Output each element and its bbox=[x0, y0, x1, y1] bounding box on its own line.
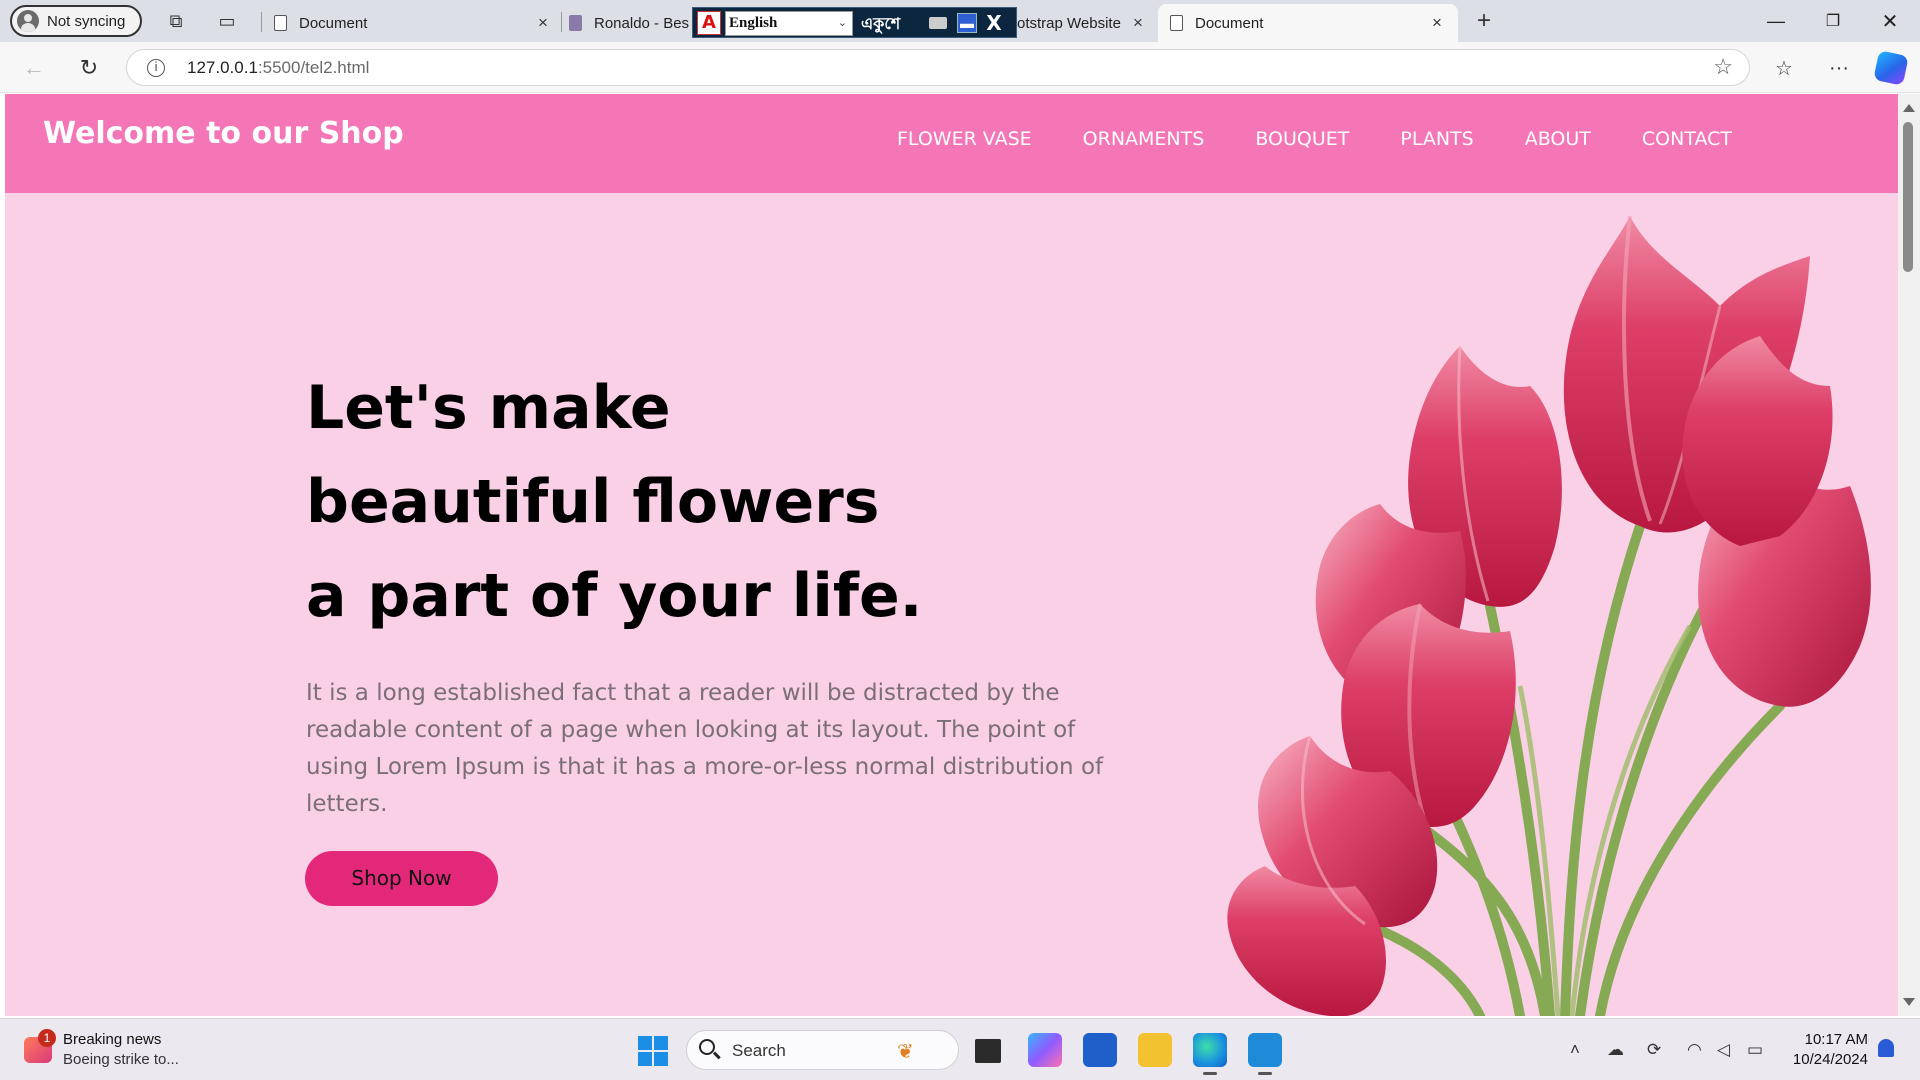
tab-ronaldo[interactable]: Ronaldo - Bes bbox=[569, 4, 692, 42]
nav-plants[interactable]: PLANTS bbox=[1400, 128, 1473, 150]
copilot-icon[interactable] bbox=[1873, 50, 1909, 86]
tab-actions-icon[interactable]: ▭ bbox=[213, 8, 241, 34]
ime-minimize-icon[interactable]: ▬ bbox=[957, 13, 977, 33]
chevron-down-icon: ⌄ bbox=[837, 17, 847, 29]
page-viewport: Welcome to our Shop FLOWER VASE ORNAMENT… bbox=[5, 94, 1898, 1016]
notification-bell-icon[interactable] bbox=[1878, 1039, 1894, 1057]
search-highlight-icon: ❦ bbox=[897, 1041, 914, 1063]
scroll-up-icon[interactable] bbox=[1903, 104, 1915, 112]
ime-language-value: English bbox=[729, 15, 778, 31]
vscode-icon[interactable] bbox=[1248, 1033, 1282, 1075]
hero-description: It is a long established fact that a rea… bbox=[306, 680, 1104, 817]
windows-start-icon[interactable] bbox=[638, 1036, 668, 1066]
keyboard-icon[interactable] bbox=[929, 17, 947, 29]
volume-icon[interactable]: ◁ bbox=[1717, 1040, 1730, 1060]
tab-title: Document bbox=[299, 14, 368, 32]
profile-avatar-icon bbox=[17, 10, 39, 32]
tab-document-active[interactable]: Document × bbox=[1158, 4, 1458, 42]
nav-ornaments[interactable]: ORNAMENTS bbox=[1083, 128, 1205, 150]
close-window-icon[interactable]: ✕ bbox=[1870, 6, 1910, 36]
tulip-bouquet-image bbox=[1227, 215, 1871, 1016]
clock-time: 10:17 AM bbox=[1804, 1031, 1868, 1048]
minimize-icon[interactable]: — bbox=[1756, 6, 1796, 36]
sync-icon[interactable]: ⟳ bbox=[1647, 1040, 1661, 1060]
tab-separator bbox=[261, 12, 262, 32]
profile-label: Not syncing bbox=[47, 12, 126, 30]
ime-script-label[interactable]: একুশে bbox=[861, 11, 900, 38]
task-view-icon[interactable] bbox=[975, 1039, 1001, 1063]
tab-separator bbox=[561, 12, 562, 32]
copilot-app-icon[interactable] bbox=[1028, 1033, 1062, 1067]
edge-browser-icon[interactable] bbox=[1193, 1033, 1227, 1075]
ime-logo-icon[interactable]: A bbox=[697, 11, 721, 35]
address-bar[interactable]: i 127.0.0.1:5500/tel2.html ☆ bbox=[126, 49, 1750, 86]
system-clock[interactable]: 10:17 AM 10/24/2024 bbox=[1783, 1030, 1868, 1070]
tulip-left bbox=[1315, 345, 1562, 827]
scroll-thumb[interactable] bbox=[1903, 122, 1913, 272]
shop-now-button[interactable]: Shop Now bbox=[305, 851, 498, 906]
taskbar-search[interactable]: Search ❦ bbox=[686, 1030, 959, 1070]
profile-button[interactable]: Not syncing bbox=[10, 5, 142, 37]
nav-flower-vase[interactable]: FLOWER VASE bbox=[897, 128, 1032, 150]
tab-document-1[interactable]: Document × bbox=[272, 4, 554, 42]
site-brand[interactable]: Welcome to our Shop bbox=[43, 116, 404, 151]
wifi-icon[interactable]: ◠ bbox=[1687, 1040, 1702, 1060]
news-subtitle[interactable]: Boeing strike to... bbox=[63, 1051, 179, 1068]
new-tab-button[interactable]: + bbox=[1470, 7, 1498, 34]
favorites-icon[interactable]: ☆ bbox=[1767, 52, 1801, 84]
microsoft-store-icon[interactable] bbox=[1083, 1033, 1117, 1067]
back-icon[interactable]: ← bbox=[17, 52, 51, 84]
site-menu: FLOWER VASE ORNAMENTS BOUQUET PLANTS ABO… bbox=[897, 128, 1732, 150]
battery-icon[interactable]: ▭ bbox=[1747, 1040, 1763, 1060]
hero-headline: Let's make beautiful flowers a part of y… bbox=[306, 373, 923, 631]
tab-title: Ronaldo - Bes bbox=[594, 14, 690, 32]
vertical-scrollbar[interactable] bbox=[1898, 94, 1920, 1016]
page-icon bbox=[274, 15, 287, 31]
nav-about[interactable]: ABOUT bbox=[1525, 128, 1591, 150]
tulip-right bbox=[1682, 336, 1871, 707]
site-favicon-icon bbox=[569, 15, 582, 31]
more-options-icon[interactable]: ··· bbox=[1822, 52, 1856, 84]
url-text[interactable]: 127.0.0.1:5500/tel2.html bbox=[187, 58, 369, 78]
tab-title: Document bbox=[1195, 14, 1264, 32]
tab-close-icon[interactable]: × bbox=[1426, 13, 1448, 33]
tab-title: otstrap Website bbox=[1017, 14, 1121, 32]
news-title[interactable]: Breaking news bbox=[63, 1031, 161, 1048]
search-icon bbox=[699, 1039, 715, 1055]
workspaces-icon[interactable]: ⧉ bbox=[162, 8, 190, 34]
clock-date: 10/24/2024 bbox=[1792, 1051, 1868, 1068]
tab-bootstrap-website[interactable]: otstrap Website × bbox=[1017, 4, 1149, 42]
ime-toolbar: A English ⌄ একুশে ▬ X bbox=[692, 7, 1017, 38]
page-icon bbox=[1170, 15, 1183, 31]
url-host: 127.0.0.1 bbox=[187, 58, 258, 77]
tray-overflow-icon[interactable]: ˄ bbox=[1570, 1040, 1580, 1060]
site-info-icon[interactable]: i bbox=[147, 59, 165, 77]
nav-bouquet[interactable]: BOUQUET bbox=[1255, 128, 1349, 150]
ime-close-icon[interactable]: X bbox=[983, 11, 1005, 35]
tab-close-icon[interactable]: × bbox=[532, 13, 554, 33]
news-badge: 1 bbox=[38, 1029, 56, 1047]
onedrive-icon[interactable]: ☁ bbox=[1607, 1040, 1624, 1060]
scroll-down-icon[interactable] bbox=[1903, 998, 1915, 1006]
nav-contact[interactable]: CONTACT bbox=[1642, 128, 1732, 150]
site-navbar: Welcome to our Shop FLOWER VASE ORNAMENT… bbox=[5, 94, 1898, 193]
ime-language-select[interactable]: English ⌄ bbox=[725, 11, 853, 36]
search-placeholder: Search bbox=[732, 1041, 786, 1060]
url-path: :5500/tel2.html bbox=[257, 58, 370, 77]
file-explorer-icon[interactable] bbox=[1138, 1033, 1172, 1067]
favorite-star-icon[interactable]: ☆ bbox=[1713, 54, 1733, 80]
refresh-icon[interactable]: ↻ bbox=[72, 52, 106, 84]
tab-close-icon[interactable]: × bbox=[1127, 13, 1149, 33]
windows-taskbar: 1 Breaking news Boeing strike to... Sear… bbox=[0, 1018, 1920, 1080]
restore-icon[interactable]: ❐ bbox=[1813, 6, 1853, 36]
address-toolbar: ← ↻ i 127.0.0.1:5500/tel2.html ☆ ☆ ··· bbox=[0, 42, 1920, 93]
